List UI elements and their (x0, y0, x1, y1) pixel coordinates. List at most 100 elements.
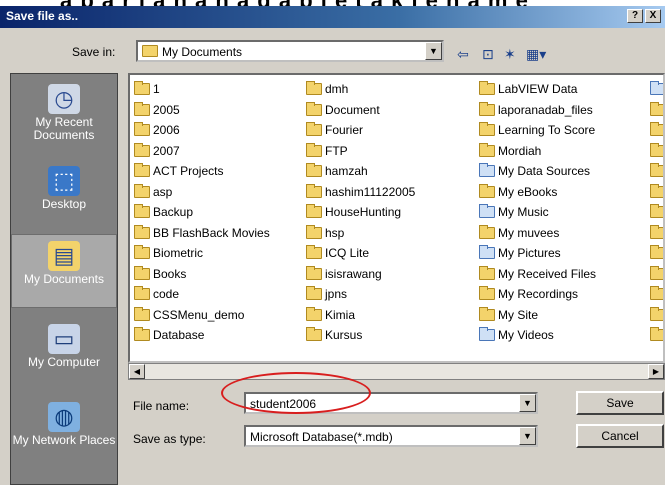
cancel-button[interactable]: Cancel (576, 424, 664, 448)
list-item[interactable]: My Videos (479, 325, 596, 346)
list-item[interactable] (650, 161, 663, 182)
folder-icon (650, 204, 663, 219)
item-label: isisrawang (325, 266, 382, 281)
folder-icon (479, 142, 495, 157)
list-item[interactable]: Kimia (306, 305, 415, 326)
item-label: ACT Projects (153, 164, 224, 179)
list-item[interactable]: code (134, 284, 270, 305)
list-item[interactable]: Fourier (306, 120, 415, 141)
list-item[interactable]: CSSMenu_demo (134, 305, 270, 326)
place-my-documents[interactable]: ▤ My Documents (11, 234, 117, 308)
chevron-down-icon[interactable]: ▼ (519, 427, 536, 445)
list-item[interactable]: My Pictures (479, 243, 596, 264)
folder-icon (134, 122, 150, 137)
folder-icon (479, 101, 495, 116)
folder-icon (306, 183, 322, 198)
list-item[interactable] (650, 223, 663, 244)
list-item[interactable]: hashim11122005 (306, 182, 415, 203)
scroll-left-icon[interactable]: ◀ (129, 364, 145, 379)
place-my-computer[interactable]: ▭ My Computer (11, 318, 117, 392)
help-button[interactable]: ? (627, 9, 643, 23)
list-item[interactable] (650, 305, 663, 326)
title-bar[interactable]: Save file as.. ? X (0, 6, 665, 28)
new-folder-icon[interactable]: ✶ (504, 46, 516, 63)
list-item[interactable]: My Recordings (479, 284, 596, 305)
file-name-input[interactable]: student2006 ▼ (244, 392, 538, 414)
folder-icon (306, 245, 322, 260)
list-item[interactable]: Books (134, 264, 270, 285)
list-item[interactable]: 2007 (134, 141, 270, 162)
list-item[interactable]: dmh (306, 79, 415, 100)
up-folder-icon[interactable]: ⊡ (482, 46, 494, 63)
save-button[interactable]: Save (576, 391, 664, 415)
list-item[interactable]: 2005 (134, 100, 270, 121)
place-my-recent-documents[interactable]: ◷ My Recent Documents (11, 78, 117, 152)
list-item[interactable]: My Received Files (479, 264, 596, 285)
place-my-network-places[interactable]: ◍ My Network Places (11, 396, 117, 470)
data-sources-icon (479, 163, 495, 178)
list-item[interactable] (650, 182, 663, 203)
list-item[interactable]: Mordiah (479, 141, 596, 162)
list-item[interactable]: My Music (479, 202, 596, 223)
list-item[interactable]: 1 (134, 79, 270, 100)
folder-icon (306, 224, 322, 239)
folder-icon (306, 265, 322, 280)
list-item[interactable]: My Site (479, 305, 596, 326)
list-item[interactable]: Biometric (134, 243, 270, 264)
list-item[interactable] (650, 79, 663, 100)
folder-icon (479, 286, 495, 301)
list-item[interactable]: laporanadab_files (479, 100, 596, 121)
scroll-right-icon[interactable]: ▶ (648, 364, 664, 379)
save-in-dropdown[interactable]: My Documents ▼ (136, 40, 444, 62)
list-item[interactable]: Database (134, 325, 270, 346)
folder-icon (134, 142, 150, 157)
list-item[interactable]: jpns (306, 284, 415, 305)
list-item[interactable]: Learning To Score (479, 120, 596, 141)
folder-icon (306, 81, 322, 96)
close-button[interactable]: X (645, 9, 661, 23)
list-item[interactable] (650, 243, 663, 264)
list-item[interactable]: Backup (134, 202, 270, 223)
list-item[interactable] (650, 325, 663, 346)
list-item[interactable] (650, 100, 663, 121)
pictures-folder-icon (479, 245, 495, 260)
list-item[interactable]: My Data Sources (479, 161, 596, 182)
list-item[interactable]: FTP (306, 141, 415, 162)
back-arrow-icon[interactable]: ⇦ (457, 46, 469, 63)
list-item[interactable] (650, 120, 663, 141)
network-places-icon: ◍ (48, 402, 80, 432)
folder-icon (650, 224, 663, 239)
list-item[interactable]: Document (306, 100, 415, 121)
list-item[interactable]: My muvees (479, 223, 596, 244)
list-item[interactable]: asp (134, 182, 270, 203)
list-item[interactable]: hsp (306, 223, 415, 244)
list-item[interactable]: Kursus (306, 325, 415, 346)
list-item[interactable]: isisrawang (306, 264, 415, 285)
item-label: HouseHunting (325, 205, 402, 220)
list-item[interactable] (650, 264, 663, 285)
list-item[interactable]: ICQ Lite (306, 243, 415, 264)
save-as-type-dropdown[interactable]: Microsoft Database(*.mdb) ▼ (244, 425, 538, 447)
list-item[interactable]: ACT Projects (134, 161, 270, 182)
place-desktop[interactable]: ⬚ Desktop (11, 160, 117, 234)
folder-icon (479, 81, 495, 96)
list-item[interactable] (650, 202, 663, 223)
chevron-down-icon[interactable]: ▼ (425, 42, 442, 60)
list-item[interactable]: 2006 (134, 120, 270, 141)
chevron-down-icon[interactable]: ▼ (519, 394, 536, 412)
list-item[interactable]: My eBooks (479, 182, 596, 203)
view-menu-icon[interactable]: ▦▾ (526, 46, 546, 63)
horizontal-scrollbar[interactable]: ◀ ▶ (128, 363, 665, 380)
file-list[interactable]: 1 2005 2006 2007 ACT Projects asp Backup… (128, 73, 665, 363)
list-item[interactable]: LabVIEW Data (479, 79, 596, 100)
item-label: code (153, 287, 180, 302)
item-label: My Data Sources (498, 164, 591, 179)
list-item[interactable]: HouseHunting (306, 202, 415, 223)
item-label: asp (153, 184, 173, 199)
list-item[interactable] (650, 284, 663, 305)
list-item[interactable] (650, 141, 663, 162)
folder-icon (650, 101, 663, 116)
save-as-type-label: Save as type: (133, 432, 206, 446)
list-item[interactable]: BB FlashBack Movies (134, 223, 270, 244)
list-item[interactable]: hamzah (306, 161, 415, 182)
